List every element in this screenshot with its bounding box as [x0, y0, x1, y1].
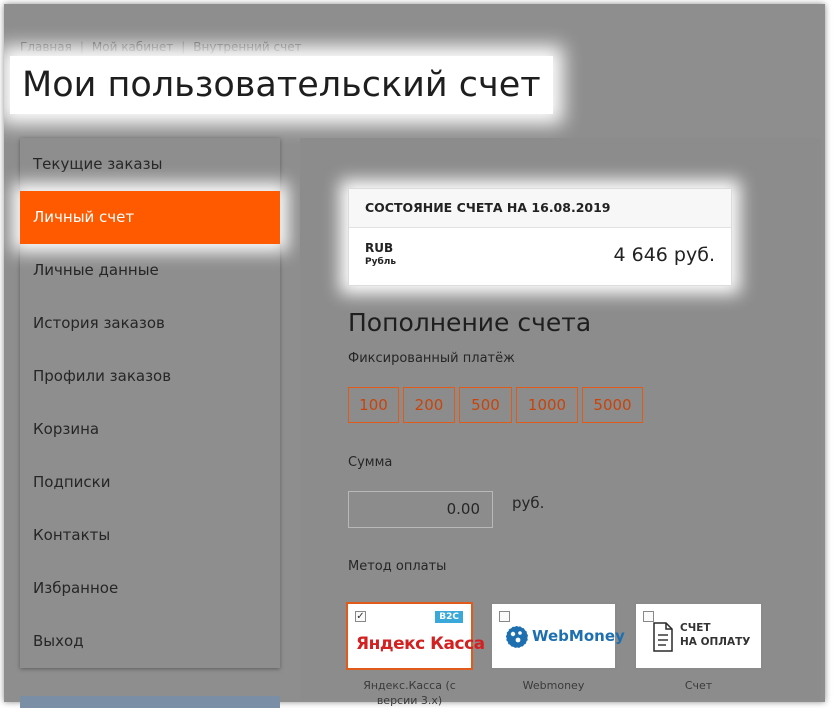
fixed-amount-group: 100 200 500 1000 5000: [348, 387, 643, 423]
sidebar-item-personal-data[interactable]: Личные данные: [20, 244, 280, 297]
sum-input[interactable]: 0.00: [348, 491, 493, 528]
currency-code: RUB: [365, 241, 394, 255]
sum-unit: руб.: [512, 494, 545, 512]
invoice-logo-line2: НА ОПЛАТУ: [680, 636, 751, 648]
sidebar-item-subscriptions[interactable]: Подписки: [20, 456, 280, 509]
document-icon: [653, 622, 673, 652]
breadcrumb: Главная | Мой кабинет | Внутренний счет: [20, 40, 302, 54]
webmoney-globe-icon: [505, 625, 529, 649]
breadcrumb-separator: |: [79, 40, 84, 54]
balance-card: СОСТОЯНИЕ СЧЕТА НА 16.08.2019 RUB Рубль …: [348, 188, 732, 286]
checkbox-checked-icon[interactable]: ✓: [355, 611, 366, 622]
yandex-kassa-logo: Яндекс Касса: [356, 634, 485, 654]
breadcrumb-current: Внутренний счет: [193, 40, 302, 54]
sidebar-footer-strip: [20, 696, 280, 708]
sidebar-item-order-profiles[interactable]: Профили заказов: [20, 350, 280, 403]
sidebar-item-order-history[interactable]: История заказов: [20, 297, 280, 350]
topup-title: Пополнение счета: [348, 308, 592, 337]
sum-label: Сумма: [348, 455, 393, 470]
sidebar-item-contacts[interactable]: Контакты: [20, 509, 280, 562]
sidebar-item-logout[interactable]: Выход: [20, 615, 280, 668]
sidebar-item-current-orders[interactable]: Текущие заказы: [20, 138, 280, 191]
sidebar-item-personal-account[interactable]: Личный счет: [20, 191, 280, 244]
account-sidebar: Текущие заказы Личный счет Личные данные…: [20, 138, 280, 668]
b2c-badge: B2C: [435, 611, 463, 623]
payment-method-label: Метод оплаты: [348, 559, 447, 574]
payment-caption-webmoney: Webmoney: [522, 679, 585, 692]
payment-caption-yandex: Яндекс.Касса (с версии 3.х): [363, 679, 456, 707]
amount-button-500[interactable]: 500: [459, 387, 512, 423]
page-title: Мои пользовательский счет: [10, 56, 553, 114]
amount-button-200[interactable]: 200: [403, 387, 455, 423]
payment-method-webmoney[interactable]: WebMoney: [490, 602, 625, 670]
balance-row: RUB Рубль 4 646 руб.: [349, 228, 731, 284]
main-panel: СОСТОЯНИЕ СЧЕТА НА 16.08.2019 RUB Рубль …: [300, 138, 821, 707]
breadcrumb-cabinet[interactable]: Мой кабинет: [92, 40, 173, 54]
webmoney-logo: WebMoney: [532, 627, 625, 645]
checkbox-icon[interactable]: [643, 611, 654, 622]
currency-name: Рубль: [365, 257, 397, 267]
header-band: Главная | Мой кабинет | Внутренний счет …: [4, 4, 825, 124]
amount-button-100[interactable]: 100: [348, 387, 399, 423]
invoice-logo-line1: СЧЕТ: [680, 622, 711, 634]
sidebar-item-cart[interactable]: Корзина: [20, 403, 280, 456]
checkbox-icon[interactable]: [499, 611, 510, 622]
amount-button-5000[interactable]: 5000: [582, 387, 643, 423]
amount-button-1000[interactable]: 1000: [516, 387, 578, 423]
breadcrumb-separator: |: [181, 40, 186, 54]
balance-header: СОСТОЯНИЕ СЧЕТА НА 16.08.2019: [349, 189, 731, 228]
balance-amount: 4 646 руб.: [613, 244, 716, 266]
payment-method-yandex-kassa[interactable]: ✓ B2C Яндекс Касса: [346, 602, 485, 670]
sidebar-item-favorites[interactable]: Избранное: [20, 562, 280, 615]
payment-method-invoice[interactable]: СЧЕТ НА ОПЛАТУ: [634, 602, 763, 670]
breadcrumb-home[interactable]: Главная: [20, 40, 72, 54]
fixed-payment-label: Фиксированный платёж: [348, 351, 515, 366]
payment-caption-invoice: Счет: [684, 679, 713, 692]
